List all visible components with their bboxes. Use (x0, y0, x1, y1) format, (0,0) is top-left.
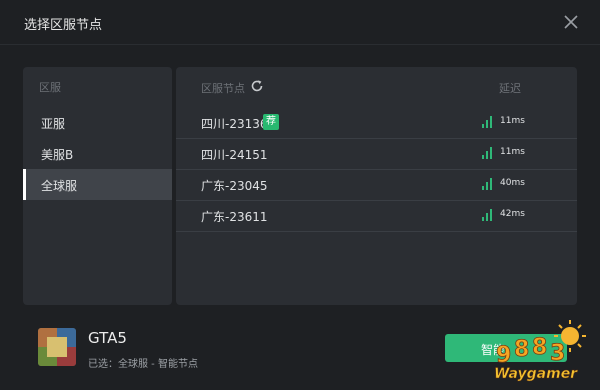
latency-value: 40ms (500, 178, 525, 188)
refresh-icon[interactable] (250, 78, 264, 92)
region-item-label: 美服B (41, 148, 74, 162)
node-row[interactable]: 四川-24151 11ms (176, 138, 577, 170)
signal-icon (482, 178, 492, 190)
node-name: 四川-24151 (201, 148, 268, 162)
title-bar: 选择区服节点 (0, 0, 600, 45)
svg-text:8: 8 (532, 335, 547, 360)
selected-node-info: 已选：全球服 - 智能节点 (88, 359, 198, 370)
recommended-badge: 荐 (263, 114, 279, 130)
node-name: 四川-23136 (201, 117, 268, 131)
region-item-label: 全球服 (41, 179, 78, 193)
signal-icon (482, 209, 492, 221)
region-item-us-b[interactable]: 美服B (23, 138, 172, 169)
close-icon[interactable] (560, 11, 582, 33)
node-header: 区服节点 (201, 82, 245, 95)
node-panel: 区服节点 延迟 四川-23136 荐 11ms 四川-24151 11ms 广东… (176, 67, 577, 305)
region-panel: 区服 亚服 美服B 全球服 (23, 67, 172, 305)
signal-icon (482, 116, 492, 128)
svg-text:9: 9 (496, 343, 511, 368)
region-item-asia[interactable]: 亚服 (23, 107, 172, 138)
watermark-text: Waygamer (494, 366, 578, 382)
node-name: 广东-23611 (201, 210, 268, 224)
node-name: 广东-23045 (201, 179, 268, 193)
svg-text:3: 3 (550, 341, 565, 366)
region-header: 区服 (39, 81, 61, 94)
node-row[interactable]: 广东-23045 40ms (176, 169, 577, 201)
region-item-label: 亚服 (41, 117, 66, 131)
latency-value: 11ms (500, 116, 525, 126)
game-cover-image (38, 328, 76, 366)
watermark-logo: 9 8 8 3 Waygamer (494, 320, 586, 382)
signal-icon (482, 147, 492, 159)
latency-value: 11ms (500, 147, 525, 157)
node-row[interactable]: 四川-23136 荐 11ms (176, 107, 577, 139)
game-name: GTA5 (88, 329, 127, 347)
svg-text:8: 8 (514, 337, 529, 362)
region-item-global[interactable]: 全球服 (23, 169, 172, 200)
latency-value: 42ms (500, 209, 525, 219)
latency-header: 延迟 (499, 82, 521, 95)
node-row[interactable]: 广东-23611 42ms (176, 200, 577, 232)
window-title: 选择区服节点 (24, 18, 103, 33)
